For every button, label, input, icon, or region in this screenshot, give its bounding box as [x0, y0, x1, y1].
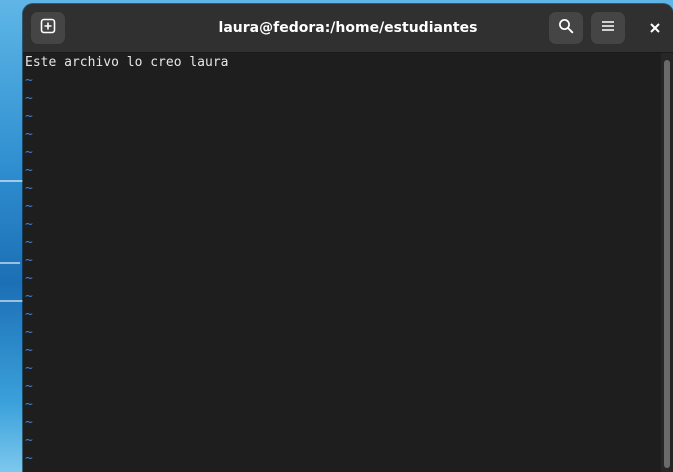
new-tab-button[interactable] [31, 12, 65, 44]
vim-empty-line-marker: ~ [25, 325, 33, 340]
vim-empty-line-marker: ~ [25, 181, 33, 196]
vim-empty-line-marker: ~ [25, 91, 33, 106]
terminal-window: laura@fedora:/home/estudiantes Este arch… [23, 4, 673, 472]
vim-empty-line-marker: ~ [25, 379, 33, 394]
vim-empty-line-marker: ~ [25, 451, 33, 466]
vim-empty-line-marker: ~ [25, 307, 33, 322]
vim-empty-line-marker: ~ [25, 199, 33, 214]
desktop-wallpaper [0, 0, 24, 472]
vim-empty-line-marker: ~ [25, 433, 33, 448]
menu-button[interactable] [591, 12, 625, 44]
vim-empty-line-marker: ~ [25, 271, 33, 286]
vim-empty-line-marker: ~ [25, 109, 33, 124]
hamburger-menu-icon [600, 18, 616, 38]
terminal-output[interactable]: Este archivo lo creo laura ~ ~ ~ ~ ~ ~ ~ ~ ~ ~ ~ ~ ~… [23, 53, 661, 472]
wallpaper-streak [0, 180, 24, 182]
wallpaper-streak [0, 262, 20, 264]
vim-empty-line-marker: ~ [25, 163, 33, 178]
vim-empty-line-marker: ~ [25, 397, 33, 412]
vim-empty-line-marker: ~ [25, 127, 33, 142]
vim-empty-line-marker: ~ [25, 253, 33, 268]
new-tab-icon [40, 18, 56, 38]
search-icon [558, 18, 574, 38]
scrollbar-thumb[interactable] [664, 60, 670, 468]
vim-empty-line-marker: ~ [25, 73, 33, 88]
wallpaper-streak [0, 300, 24, 302]
vim-empty-line-marker: ~ [25, 343, 33, 358]
close-icon [649, 19, 661, 38]
vim-empty-line-marker: ~ [25, 217, 33, 232]
vim-empty-line-marker: ~ [25, 289, 33, 304]
titlebar[interactable]: laura@fedora:/home/estudiantes [23, 4, 673, 53]
vim-empty-line-marker: ~ [25, 361, 33, 376]
vim-empty-line-marker: ~ [25, 145, 33, 160]
terminal-text-line: Este archivo lo creo laura [25, 55, 229, 70]
search-button[interactable] [549, 12, 583, 44]
close-button[interactable] [640, 12, 670, 44]
vim-empty-line-marker: ~ [25, 235, 33, 250]
vim-empty-line-marker: ~ [25, 415, 33, 430]
